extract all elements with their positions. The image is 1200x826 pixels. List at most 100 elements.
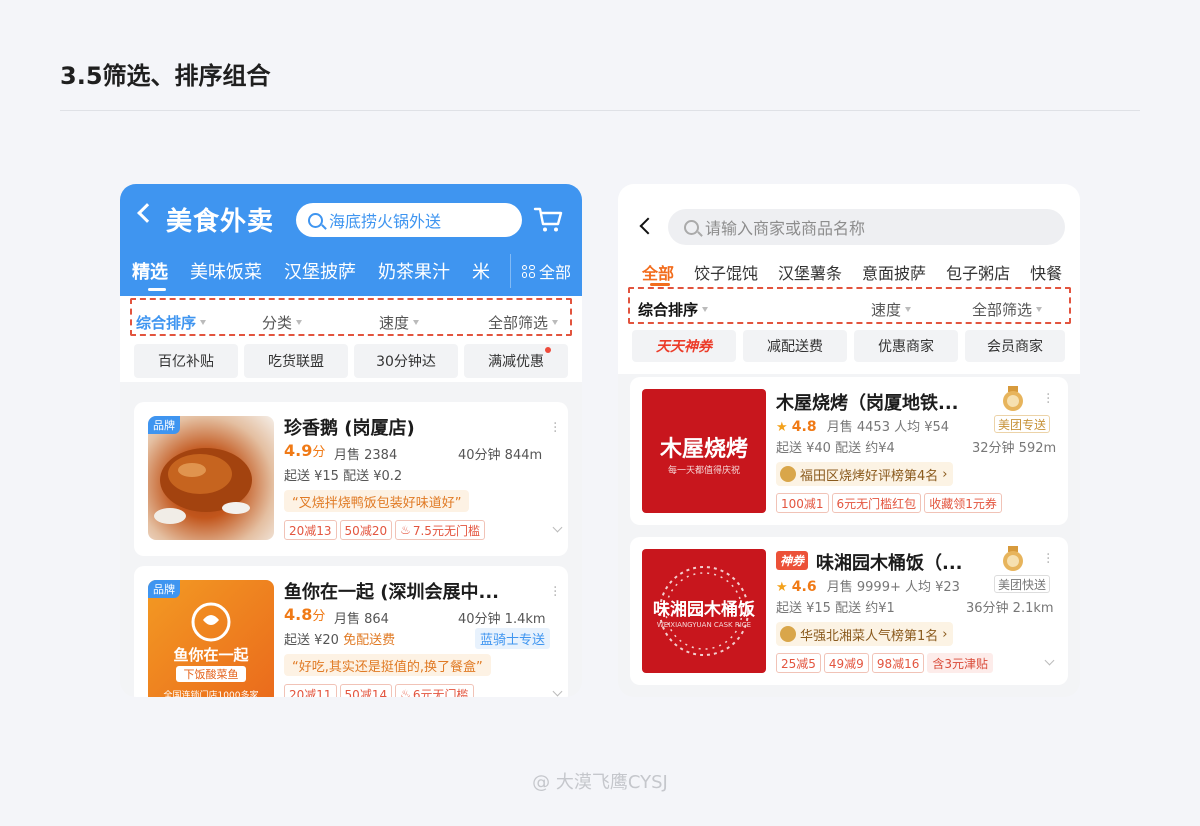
dropdown-icon (702, 307, 709, 312)
store-name: 珍香鹅 (岗厦店) (284, 418, 415, 439)
tab-meals[interactable]: 美味饭菜 (190, 258, 262, 284)
store-card[interactable]: 味湘园木桶饭 WEIXIANGYUAN CASK RICE 神券 味湘园木桶饭（… (630, 537, 1068, 685)
store-name: 味湘园木桶饭（... (816, 553, 963, 574)
coupon-tag: ♨ 7.5元无门槛 (395, 520, 485, 540)
chip-reduced-delivery[interactable]: 减配送费 (743, 330, 847, 362)
coupon-tag: ♨ 6元无门槛 (395, 684, 474, 697)
store-rating: 4.9分 (284, 441, 325, 460)
discount-tag: 100减1 (776, 493, 829, 513)
more-icon[interactable]: · · · (1046, 548, 1050, 570)
discount-tags: 25减5 49减9 98减16 含3元津贴 (776, 653, 993, 673)
star-icon: ★ (776, 580, 788, 595)
discount-tag: 6元无门槛红包 (831, 493, 922, 513)
cat-burgers[interactable]: 汉堡薯条 (778, 260, 842, 284)
tab-rice[interactable]: 米 (472, 258, 490, 284)
active-tab-indicator (148, 288, 166, 291)
dropdown-icon (200, 320, 207, 325)
filter-all-label: 全部筛选 (488, 314, 549, 332)
back-icon[interactable] (137, 203, 157, 223)
discount-tags: 20减13 50减20 ♨ 7.5元无门槛 (284, 520, 485, 540)
grid-icon (521, 264, 535, 278)
expand-icon[interactable] (552, 522, 563, 533)
sort-comprehensive[interactable]: 综合排序 (136, 312, 207, 333)
review-quote: “叉烧拌烧鸭饭包装好味道好” (284, 490, 470, 512)
cat-pasta-pizza[interactable]: 意面披萨 (862, 260, 926, 284)
logo-text: 味湘园木桶饭 (653, 600, 755, 620)
store-card[interactable]: 木屋烧烤 每一天都值得庆祝 木屋烧烤（岗厦地铁... · · · 美团专送 ★ 4.… (630, 377, 1068, 525)
delivery-type-tag: 美团专送 (994, 415, 1051, 433)
discount-tag: 25减5 (776, 653, 821, 673)
chip-30min[interactable]: 30分钟达 (354, 344, 458, 378)
ranking-label: 华强北湘菜人气榜第1名 (800, 628, 939, 644)
all-categories-button[interactable]: 全部 (510, 254, 582, 288)
free-delivery-label: 免配送费 (343, 633, 396, 648)
expand-icon[interactable] (1044, 655, 1055, 666)
cat-fastfood[interactable]: 快餐 (1030, 260, 1062, 284)
delivery-time-distance: 32分钟 592m (972, 441, 1057, 456)
monthly-sales: 月售 864 (334, 612, 389, 627)
more-icon[interactable]: · · · (1046, 388, 1050, 410)
search-icon (684, 219, 699, 235)
filter-all[interactable]: 全部筛选 (488, 312, 559, 333)
store-rating: 4.8分 (284, 605, 325, 624)
sort-comprehensive[interactable]: 综合排序 (638, 299, 709, 320)
sort-category-label: 分类 (262, 314, 293, 332)
store-image: 品牌 鱼你在一起 下饭酸菜鱼 全国连锁门店1000多家 (148, 580, 274, 697)
sort-category[interactable]: 分类 (262, 312, 303, 333)
monthly-sales: 月售 4453 人均 ¥54 (826, 420, 950, 435)
store-card[interactable]: 品牌 珍香鹅 (岗厦店) · · · 4.9分 月售 2384 40分钟 844m … (134, 402, 568, 556)
store-card[interactable]: 品牌 鱼你在一起 下饭酸菜鱼 全国连锁门店1000多家 鱼你在一起 (深圳会展中… (134, 566, 568, 697)
rank-medal-icon (780, 626, 796, 642)
chip-daily-coupon[interactable]: 天天神券 (632, 330, 736, 362)
tab-tea-juice[interactable]: 奶茶果汁 (378, 258, 450, 284)
dropdown-icon (552, 320, 559, 325)
expand-icon[interactable] (552, 686, 563, 697)
filter-all-label: 全部筛选 (972, 301, 1033, 319)
discount-tag: 收藏领1元券 (924, 493, 1002, 513)
cat-buns-porridge[interactable]: 包子粥店 (946, 260, 1010, 284)
store-rating: ★ 4.6 月售 9999+ 人均 ¥23 (776, 576, 960, 595)
all-categories-label: 全部 (538, 263, 571, 282)
medal-icon (1003, 546, 1023, 571)
cat-all[interactable]: 全部 (642, 260, 674, 284)
discount-tag: 50减14 (339, 684, 393, 697)
chip-subsidy[interactable]: 百亿补贴 (134, 344, 238, 378)
discount-tag: 50减20 (339, 520, 393, 540)
search-bar[interactable]: 请输入商家或商品名称 (668, 209, 1065, 245)
chip-member-stores[interactable]: 会员商家 (965, 330, 1065, 362)
dropdown-icon (296, 320, 303, 325)
filter-all[interactable]: 全部筛选 (972, 299, 1043, 320)
min-order-fee: 起送 ¥40 配送 约¥4 (776, 441, 895, 456)
dropdown-icon (1036, 307, 1043, 312)
rating-value: 4.8 (791, 419, 817, 435)
coupon-badge: 神券 (776, 551, 809, 570)
more-icon[interactable]: · · · (553, 417, 557, 439)
logo-text: 鱼你在一起 (173, 646, 249, 664)
category-tabs: 全部 饺子馄饨 汉堡薯条 意面披萨 包子粥店 快餐 (642, 260, 1062, 284)
more-icon[interactable]: · · · (553, 581, 557, 603)
logo-sub: WEIXIANGYUAN CASK RICE (656, 621, 752, 629)
sort-speed[interactable]: 速度 (871, 299, 912, 320)
min-order-label: 起送 ¥20 (284, 633, 339, 648)
rank-medal-icon (780, 466, 796, 482)
cart-icon[interactable] (533, 204, 563, 234)
min-order-fee: 起送 ¥20 免配送费 (284, 629, 395, 648)
tab-featured[interactable]: 精选 (132, 258, 168, 284)
chip-foodie-league[interactable]: 吃货联盟 (244, 344, 348, 378)
sort-speed[interactable]: 速度 (379, 312, 420, 333)
ranking-pill[interactable]: 福田区烧烤好评榜第4名 › (776, 462, 954, 486)
ranking-pill[interactable]: 华强北湘菜人气榜第1名 › (776, 622, 954, 646)
delivery-time-distance: 40分钟 1.4km (458, 612, 546, 627)
tab-burger-pizza[interactable]: 汉堡披萨 (284, 258, 356, 284)
search-bar[interactable]: 海底捞火锅外送 (296, 203, 522, 237)
back-icon[interactable] (639, 217, 657, 235)
chip-discount-stores[interactable]: 优惠商家 (854, 330, 958, 362)
phone-screenshot-meituan: 美食外卖 海底捞火锅外送 精选 美味饭菜 汉堡披萨 奶茶果汁 米 全部 综合排序 (120, 184, 582, 697)
chip-discount[interactable]: 满减优惠 (464, 344, 568, 378)
sort-comprehensive-label: 综合排序 (638, 301, 699, 319)
cat-dumplings[interactable]: 饺子馄饨 (694, 260, 758, 284)
discount-tag: 49减9 (823, 653, 869, 673)
sort-speed-label: 速度 (379, 314, 410, 332)
category-tabs: 精选 美味饭菜 汉堡披萨 奶茶果汁 米 (132, 258, 490, 284)
roast-goose-icon (154, 448, 252, 524)
